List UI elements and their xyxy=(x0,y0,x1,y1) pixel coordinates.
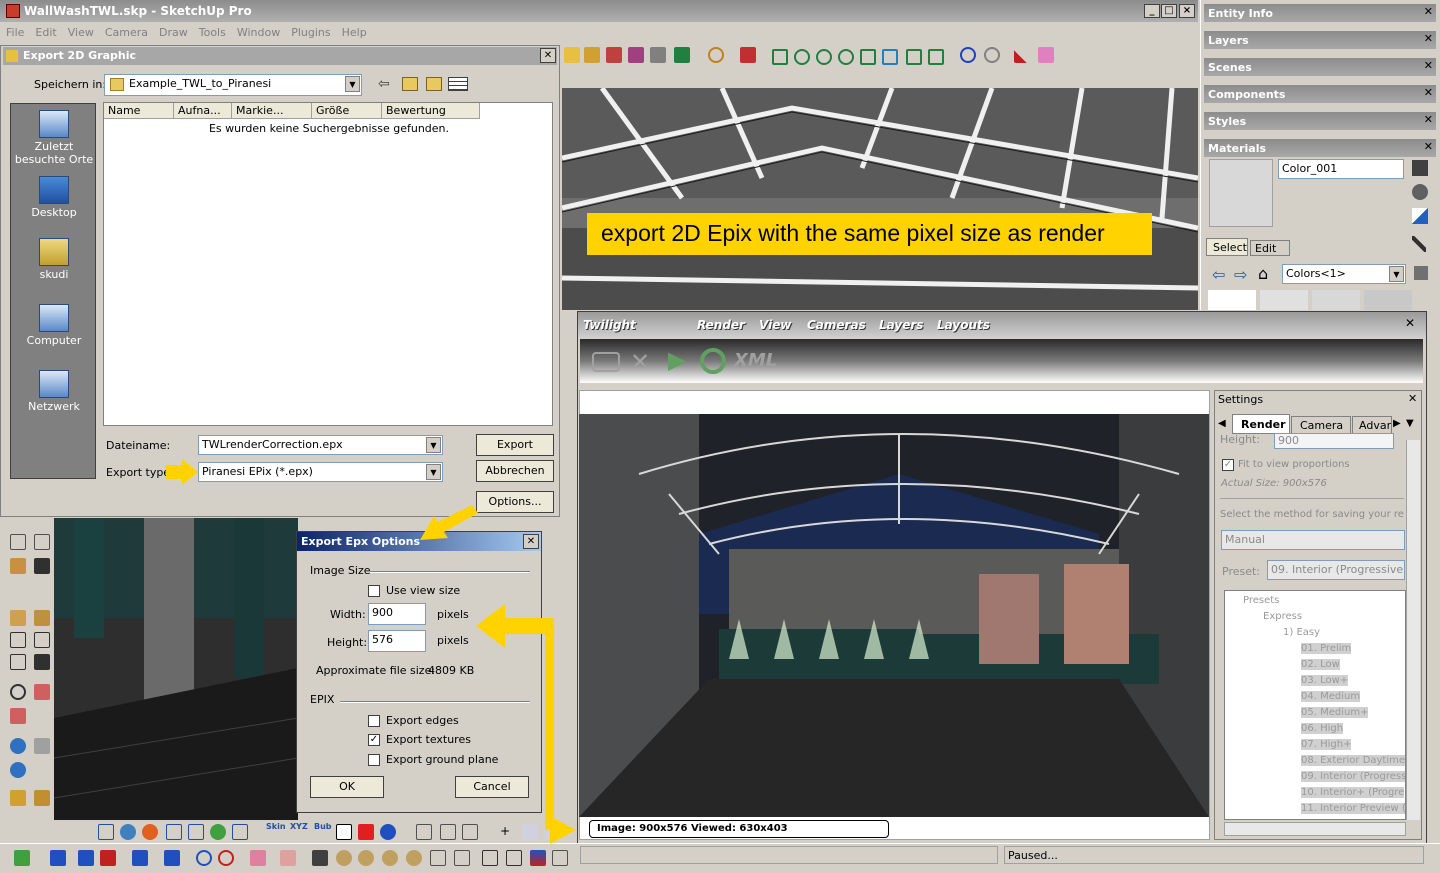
annotation-arrows xyxy=(166,459,576,844)
arrow-options xyxy=(420,505,478,540)
arrow-shaft-v xyxy=(545,618,554,830)
arrow-shaft-h xyxy=(505,618,554,634)
arrow-width-height xyxy=(476,604,505,648)
arrow-export-type xyxy=(166,459,198,485)
arrow-status xyxy=(550,816,576,844)
